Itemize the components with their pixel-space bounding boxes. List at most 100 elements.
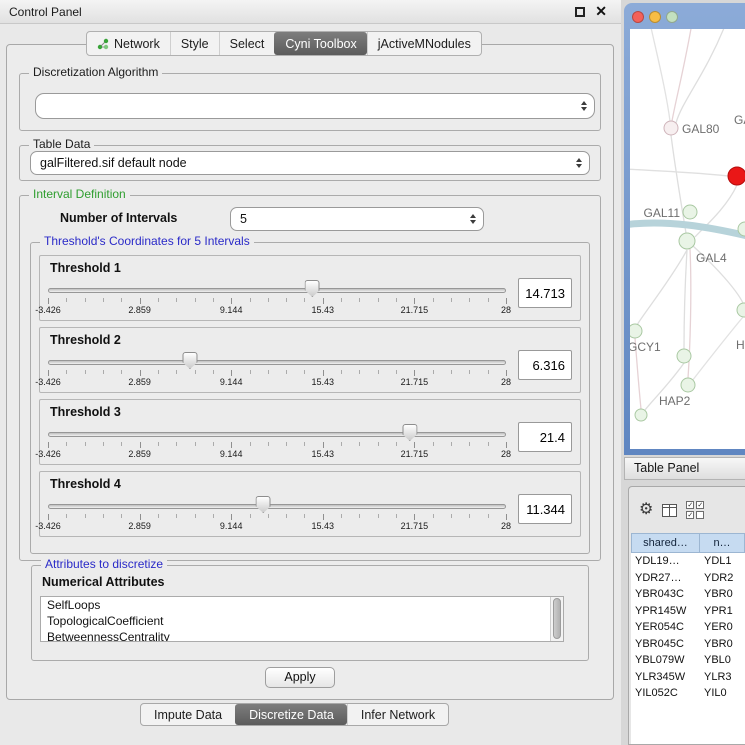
tab-discretize-data[interactable]: Discretize Data	[235, 704, 347, 725]
slider-track	[48, 360, 506, 365]
table-row[interactable]: YIL052CYIL0	[631, 685, 745, 702]
network-node-hap2[interactable]	[681, 378, 695, 392]
threshold-label: Threshold 4	[50, 477, 572, 491]
network-node[interactable]	[728, 167, 745, 185]
tick-mark	[176, 442, 177, 446]
algorithm-combobox[interactable]	[35, 93, 595, 119]
network-canvas[interactable]: GAL80GAL11GAL4GCY1HAP2GAH	[630, 29, 745, 449]
tick-mark	[158, 514, 159, 518]
combo-arrows-icon	[470, 214, 476, 224]
slider-scale: -3.4262.8599.14415.4321.71528	[48, 298, 506, 319]
tab-jactivemnodules[interactable]: jActiveMNodules	[367, 32, 481, 55]
slider-handle[interactable]	[305, 280, 320, 297]
tick-label: 15.43	[312, 377, 335, 387]
network-node[interactable]	[635, 409, 647, 421]
slider-handle[interactable]	[402, 424, 417, 441]
network-node-gal11[interactable]	[683, 205, 697, 219]
tick-mark	[140, 298, 141, 304]
tab-infer-network[interactable]: Infer Network	[347, 704, 448, 725]
threshold-slider[interactable]: -3.4262.8599.14415.4321.71528	[48, 495, 506, 535]
threshold-value-input[interactable]	[518, 494, 572, 524]
scrollbar-thumb[interactable]	[553, 598, 561, 639]
tick-mark	[378, 514, 379, 518]
tick-mark	[103, 298, 104, 302]
tick-label: -3.426	[35, 305, 61, 315]
network-node-gal80[interactable]	[664, 121, 678, 135]
tick-mark	[286, 298, 287, 302]
threshold-slider[interactable]: -3.4262.8599.14415.4321.71528	[48, 279, 506, 319]
tick-mark	[176, 514, 177, 518]
threshold-value-input[interactable]	[518, 350, 572, 380]
thresholds-group: Threshold's Coordinates for 5 Intervals …	[30, 242, 590, 554]
network-node-gal4[interactable]	[679, 233, 695, 249]
attribute-item[interactable]: TopologicalCoefficient	[41, 613, 563, 629]
slider-handle[interactable]	[182, 352, 197, 369]
number-of-intervals-label: Number of Intervals	[60, 211, 177, 225]
tick-mark	[396, 298, 397, 302]
tick-mark	[506, 370, 507, 376]
table-cell: YDR2	[700, 572, 745, 584]
table-row[interactable]: YDR27…YDR2	[631, 570, 745, 587]
table-row[interactable]: YLR345WYLR3	[631, 669, 745, 686]
column-header-name[interactable]: n…	[700, 533, 745, 553]
threshold-value-input[interactable]	[518, 422, 572, 452]
tick-mark	[213, 442, 214, 446]
table-row[interactable]: YBR045CYBR0	[631, 636, 745, 653]
threshold-slider[interactable]: -3.4262.8599.14415.4321.71528	[48, 423, 506, 463]
tick-mark	[396, 370, 397, 374]
tick-mark	[488, 514, 489, 518]
network-edge	[650, 29, 670, 121]
tick-mark	[268, 442, 269, 446]
apply-button[interactable]: Apply	[265, 667, 335, 688]
table-cell: YDL19…	[631, 555, 700, 567]
list-scrollbar[interactable]	[550, 597, 563, 641]
attribute-item[interactable]: BetweennessCentrality	[41, 629, 563, 642]
network-node-gcy1[interactable]	[630, 324, 642, 338]
gear-icon[interactable]: ⚙	[639, 502, 653, 518]
threshold-value-input[interactable]	[518, 278, 572, 308]
attributes-group-title: Attributes to discretize	[41, 557, 167, 571]
tick-label: 9.144	[220, 521, 243, 531]
tick-mark	[231, 442, 232, 448]
tick-mark	[213, 514, 214, 518]
tab-cyni-toolbox[interactable]: Cyni Toolbox	[274, 32, 366, 55]
minimize-traffic-light-icon[interactable]	[649, 11, 661, 23]
attribute-item[interactable]: SelfLoops	[41, 597, 563, 613]
tab-select[interactable]: Select	[219, 32, 275, 55]
number-of-intervals-combobox[interactable]: 5	[230, 207, 484, 231]
zoom-traffic-light-icon[interactable]	[666, 11, 678, 23]
tick-mark	[250, 370, 251, 374]
numerical-attributes-list[interactable]: SelfLoopsTopologicalCoefficientBetweenne…	[40, 596, 564, 642]
interval-definition-group: Interval Definition Number of Intervals …	[19, 195, 601, 561]
checkbox-grid-icon[interactable]: ✓✓✓	[686, 501, 704, 519]
table-cell: YPR1	[700, 605, 745, 617]
tab-impute-data[interactable]: Impute Data	[141, 704, 235, 725]
tick-mark	[359, 442, 360, 446]
node-label-partial: H	[736, 338, 745, 352]
threshold-slider[interactable]: -3.4262.8599.14415.4321.71528	[48, 351, 506, 391]
close-icon[interactable]: ✕	[595, 4, 607, 18]
tick-label: 15.43	[312, 521, 335, 531]
table-row[interactable]: YBL079WYBL0	[631, 652, 745, 669]
float-window-icon[interactable]	[575, 7, 585, 17]
threshold-panel: Threshold 2 -3.4262.8599.14415.4321.7152…	[39, 327, 581, 393]
table-row[interactable]: YDL19…YDL1	[631, 553, 745, 570]
tab-style[interactable]: Style	[170, 32, 219, 55]
column-header-shared-name[interactable]: shared…	[631, 533, 700, 553]
network-node[interactable]	[737, 303, 745, 317]
tick-label: 2.859	[128, 449, 151, 459]
table-row[interactable]: YBR043CYBR0	[631, 586, 745, 603]
tick-mark	[286, 370, 287, 374]
node-table-body[interactable]: YDL19…YDL1YDR27…YDR2YBR043CYBR0YPR145WYP…	[631, 553, 745, 744]
table-row[interactable]: YER054CYER0	[631, 619, 745, 636]
column-selector-icon[interactable]	[662, 504, 677, 517]
tick-mark	[103, 442, 104, 446]
table-data-combobox[interactable]: galFiltered.sif default node	[30, 151, 590, 175]
table-row[interactable]: YPR145WYPR1	[631, 603, 745, 620]
threshold-panel: Threshold 1 -3.4262.8599.14415.4321.7152…	[39, 255, 581, 321]
close-traffic-light-icon[interactable]	[632, 11, 644, 23]
slider-handle[interactable]	[256, 496, 271, 513]
table-cell: YER054C	[631, 621, 700, 633]
tab-network[interactable]: Network	[87, 32, 170, 55]
network-node[interactable]	[677, 349, 691, 363]
